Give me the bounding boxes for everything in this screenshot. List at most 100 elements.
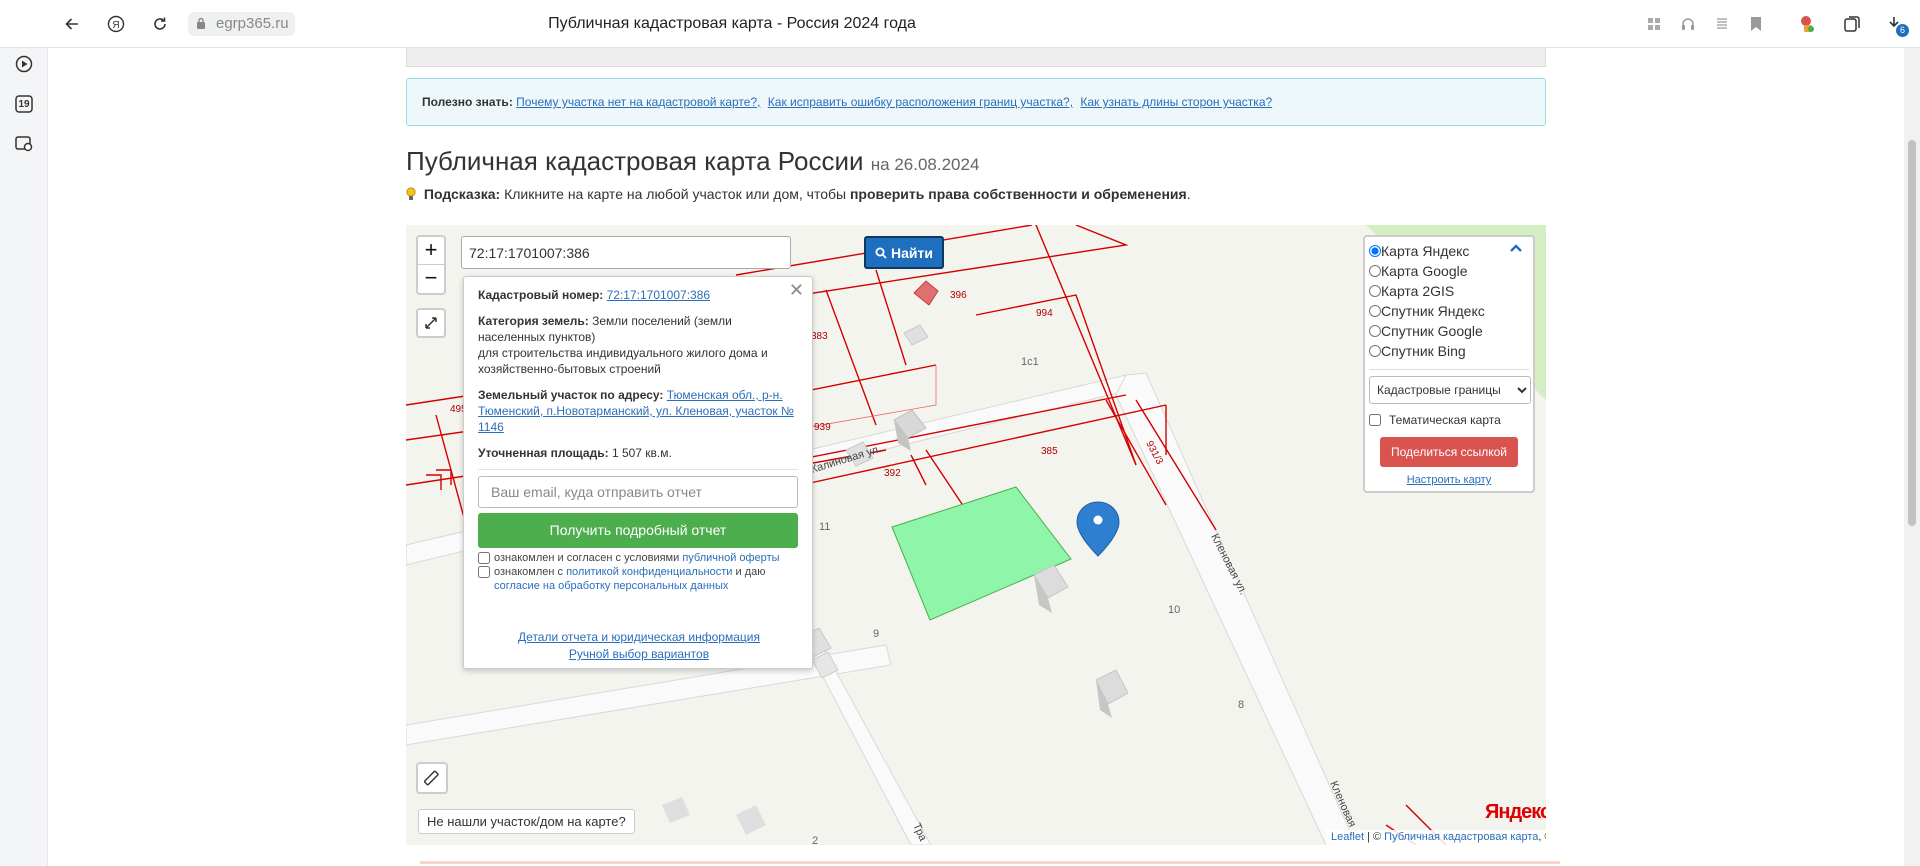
reader-icon[interactable] xyxy=(1710,12,1734,36)
cadastral-number-link[interactable]: 72:17:1701007:386 xyxy=(607,288,710,302)
scrollbar-thumb[interactable] xyxy=(1908,140,1916,526)
not-found-button[interactable]: Не нашли участок/дом на карте? xyxy=(418,809,635,834)
privacy-policy-link[interactable]: политикой конфиденциальности xyxy=(566,566,732,578)
page-scrollbar[interactable] xyxy=(1904,48,1920,866)
layer-option-bing-satellite[interactable]: Спутник Bing xyxy=(1369,341,1529,361)
layer-option-google-satellite[interactable]: Спутник Google xyxy=(1369,321,1529,341)
email-input[interactable] xyxy=(478,476,798,508)
browser-sidebar: 19 xyxy=(0,0,48,866)
hint-line: Подсказка: Кликните на карте на любой уч… xyxy=(406,186,1191,202)
hint-text: Кликните на карте на любой участок или д… xyxy=(504,186,847,202)
pkk-link[interactable]: Публичная кадастровая карта xyxy=(1384,831,1538,843)
attribution-separator: | © xyxy=(1364,831,1385,843)
map-marker-icon[interactable] xyxy=(1076,501,1120,557)
thematic-map-toggle[interactable]: Тематическая карта xyxy=(1369,411,1529,429)
layer-radio-2gis-map[interactable] xyxy=(1369,285,1381,297)
attribution-end: , © xyxy=(1538,831,1546,843)
manual-selection-link[interactable]: Ручной выбор вариантов xyxy=(464,646,814,663)
map-attribution: Leaflet | © Публичная кадастровая карта,… xyxy=(1326,830,1546,845)
building-label-8: 8 xyxy=(1238,699,1244,711)
zoom-in-button[interactable]: + xyxy=(418,237,444,265)
hint-bold-text: проверить права собственности и обремене… xyxy=(849,186,1187,202)
cadastral-map[interactable]: 396 994 383 495 939 931/3 392 385 1с1 11… xyxy=(406,225,1546,845)
area-label: Уточненная площадь: xyxy=(478,446,609,460)
screenshot-icon[interactable] xyxy=(12,132,36,156)
layer-radio-google-map[interactable] xyxy=(1369,265,1381,277)
overlay-select[interactable]: Кадастровые границы xyxy=(1369,376,1531,404)
page-heading-date: на 26.08.2024 xyxy=(870,155,980,174)
parcel-label-939: 939 xyxy=(814,422,831,433)
layer-radio-google-satellite[interactable] xyxy=(1369,325,1381,337)
privacy-consent-text: ознакомлен с xyxy=(494,566,564,578)
top-banner-strip xyxy=(406,48,1546,67)
page-heading: Публичная кадастровая карта России на 26… xyxy=(406,146,979,177)
building-label-2: 2 xyxy=(812,835,818,845)
useful-info-box: Полезно знать: Почему участка нет на кад… xyxy=(406,78,1546,126)
address-label: Земельный участок по адресу: xyxy=(478,388,664,402)
calendar-icon[interactable]: 19 xyxy=(12,92,36,116)
info-link-side-lengths[interactable]: Как узнать длины сторон участка? xyxy=(1080,95,1272,109)
privacy-consent-checkbox[interactable] xyxy=(478,566,490,578)
download-badge: 6 xyxy=(1896,24,1909,37)
building-label-11: 11 xyxy=(819,521,830,533)
hint-label: Подсказка: xyxy=(423,186,501,202)
layer-divider xyxy=(1369,369,1529,370)
pink-building xyxy=(913,280,939,306)
layer-label-google-satellite: Спутник Google xyxy=(1381,323,1483,339)
cadastral-search-input[interactable] xyxy=(461,236,791,269)
info-link-fix-boundaries[interactable]: Как исправить ошибку расположения границ… xyxy=(768,95,1073,109)
layer-label-yandex-map: Карта Яндекс xyxy=(1381,243,1470,259)
ruler-icon xyxy=(424,770,439,786)
personal-data-consent-link[interactable]: согласие на обработку персональных данны… xyxy=(494,580,728,592)
layer-radio-yandex-satellite[interactable] xyxy=(1369,305,1381,317)
address-row: Земельный участок по адресу: Тюменская о… xyxy=(478,387,798,435)
zoom-out-button[interactable]: − xyxy=(418,265,444,293)
layer-radio-yandex-map[interactable] xyxy=(1369,245,1381,257)
zoom-control: + − xyxy=(416,235,446,295)
fullscreen-button[interactable] xyxy=(416,308,446,338)
info-link-missing-parcel[interactable]: Почему участка нет на кадастровой карте?… xyxy=(516,95,760,109)
thematic-map-label: Тематическая карта xyxy=(1389,413,1501,427)
download-icon[interactable]: 6 xyxy=(1884,12,1909,37)
offer-consent-checkbox[interactable] xyxy=(478,552,490,564)
find-button[interactable]: Найти xyxy=(864,236,944,269)
area-value: 1 507 кв.м. xyxy=(611,446,672,460)
collections-icon[interactable] xyxy=(1840,12,1864,36)
page-title-bar: Публичная кадастровая карта - Россия 202… xyxy=(548,15,916,32)
configure-map-link[interactable]: Настроить карту xyxy=(1369,474,1529,486)
thematic-map-checkbox[interactable] xyxy=(1369,414,1381,426)
bottom-banner-edge xyxy=(420,861,1560,864)
calendar-badge: 19 xyxy=(18,98,30,110)
layer-option-google-map[interactable]: Карта Google xyxy=(1369,261,1529,281)
report-details-link[interactable]: Детали отчета и юридическая информация xyxy=(464,629,814,646)
grid-icon[interactable] xyxy=(1642,12,1666,36)
find-button-label: Найти xyxy=(891,244,933,261)
page-heading-title: Публичная кадастровая карта России xyxy=(406,146,864,176)
play-icon[interactable] xyxy=(12,52,36,76)
extension-icon[interactable] xyxy=(1795,12,1819,36)
yandex-logo: Яндекс xyxy=(1485,801,1546,823)
layer-radio-bing-satellite[interactable] xyxy=(1369,345,1381,357)
measure-button[interactable] xyxy=(416,762,448,794)
layer-label-2gis-map: Карта 2GIS xyxy=(1381,283,1455,299)
parcel-info-popup: ✕ Кадастровый номер: 72:17:1701007:386 К… xyxy=(463,276,813,669)
building-label-9: 9 xyxy=(873,628,879,640)
headphones-icon[interactable] xyxy=(1676,12,1700,36)
leaflet-link[interactable]: Leaflet xyxy=(1331,831,1364,843)
browser-toolbar: Я egrp365.ru Публичная кадастровая карта… xyxy=(0,0,1920,48)
info-label: Полезно знать: xyxy=(422,95,513,109)
get-report-button[interactable]: Получить подробный отчет xyxy=(478,513,798,548)
share-link-button[interactable]: Поделиться ссылкой xyxy=(1380,437,1518,467)
layer-option-yandex-map[interactable]: Карта Яндекс xyxy=(1369,241,1529,261)
popup-close-icon[interactable]: ✕ xyxy=(789,281,804,299)
layer-label-google-map: Карта Google xyxy=(1381,263,1468,279)
layer-option-yandex-satellite[interactable]: Спутник Яндекс xyxy=(1369,301,1529,321)
hint-end: . xyxy=(1186,186,1191,202)
bookmark-icon[interactable] xyxy=(1744,12,1768,36)
search-icon xyxy=(875,247,887,259)
cadastral-number-row: Кадастровый номер: 72:17:1701007:386 xyxy=(478,287,798,303)
area-row: Уточненная площадь: 1 507 кв.м. xyxy=(478,445,798,461)
layer-option-2gis-map[interactable]: Карта 2GIS xyxy=(1369,281,1529,301)
public-offer-link[interactable]: публичной оферты xyxy=(682,552,779,564)
chevron-up-icon[interactable] xyxy=(1509,243,1523,253)
